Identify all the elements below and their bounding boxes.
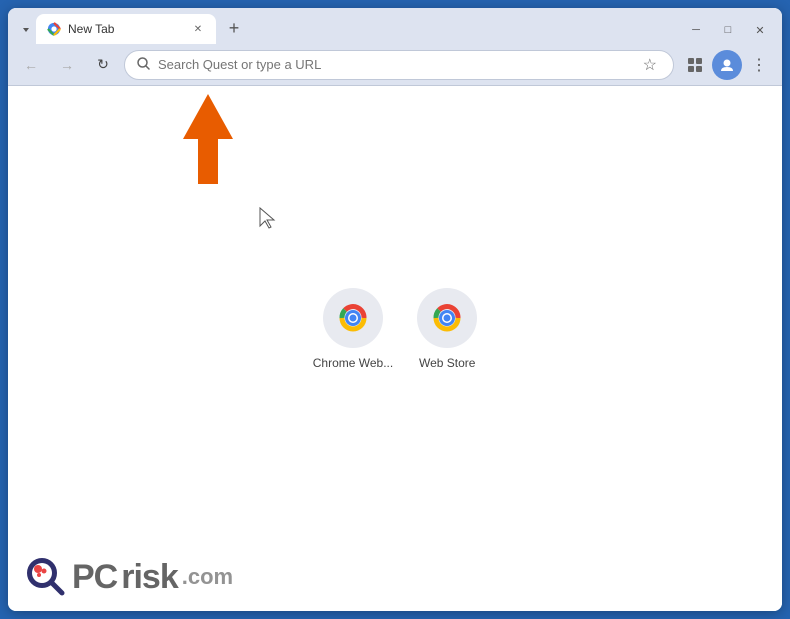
tab-list-dropdown-button[interactable] (16, 20, 36, 40)
mouse-cursor (258, 206, 278, 235)
shortcuts-row: Chrome Web... Web Store (313, 288, 477, 370)
pcrisk-logo-text: PC risk .com (72, 558, 233, 597)
bookmark-button[interactable]: ☆ (639, 55, 661, 75)
web-store-icon (417, 288, 477, 348)
minimize-button[interactable]: ─ (682, 20, 710, 40)
pc-text: PC (72, 558, 117, 597)
risk-text: risk (121, 558, 178, 597)
main-content: Chrome Web... Web Store (8, 86, 782, 611)
address-input[interactable] (158, 57, 631, 72)
tab-favicon (46, 21, 62, 37)
new-tab-button[interactable]: + (220, 14, 248, 42)
tab-close-button[interactable]: ✕ (190, 21, 206, 37)
forward-button[interactable]: → (52, 50, 82, 80)
shortcut-chrome-web-label: Chrome Web... (313, 356, 393, 370)
maximize-button[interactable]: □ (714, 20, 742, 40)
browser-window: New Tab ✕ + ─ □ ✕ ← → ↻ ☆ (8, 8, 782, 611)
toolbar-right: ⋮ (680, 50, 774, 80)
toolbar: ← → ↻ ☆ (8, 44, 782, 86)
dot-com-text: .com (182, 564, 233, 590)
shortcut-chrome-web[interactable]: Chrome Web... (313, 288, 393, 370)
active-tab[interactable]: New Tab ✕ (36, 14, 216, 44)
reload-button[interactable]: ↻ (88, 50, 118, 80)
tab-title: New Tab (68, 22, 184, 36)
close-button[interactable]: ✕ (746, 20, 774, 40)
pcrisk-watermark: PC risk .com (24, 555, 233, 599)
title-bar: New Tab ✕ + ─ □ ✕ (8, 8, 782, 44)
address-bar[interactable]: ☆ (124, 50, 674, 80)
chrome-web-store-icon (323, 288, 383, 348)
shortcut-web-store-label: Web Store (419, 356, 475, 370)
shortcut-web-store[interactable]: Web Store (417, 288, 477, 370)
menu-button[interactable]: ⋮ (744, 50, 774, 80)
back-button[interactable]: ← (16, 50, 46, 80)
search-icon (137, 57, 150, 73)
tab-bar: New Tab ✕ + (36, 8, 682, 44)
tab-left-controls (16, 20, 36, 40)
magnifier-icon (24, 555, 68, 599)
window-controls: ─ □ ✕ (682, 20, 774, 40)
extensions-button[interactable] (680, 50, 710, 80)
tab-list: New Tab ✕ (36, 8, 216, 44)
profile-button[interactable] (712, 50, 742, 80)
arrow-annotation (168, 94, 248, 184)
